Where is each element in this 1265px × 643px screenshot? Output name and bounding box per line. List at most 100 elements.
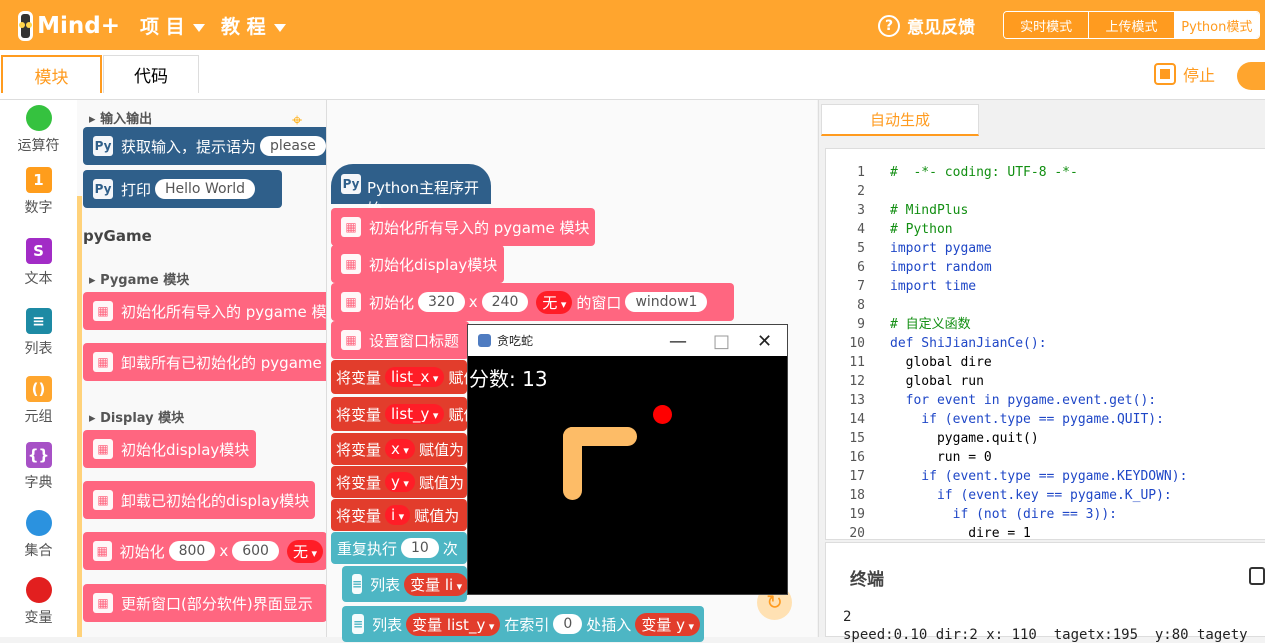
- display-module-label: Display 模块: [100, 411, 185, 426]
- tutorial-menu-label: 教 程: [221, 16, 266, 38]
- assign-value-label: 赋值为: [414, 506, 460, 525]
- maximize-button[interactable]: □: [713, 331, 730, 352]
- pygame-init-block[interactable]: ▦ 初始化所有导入的 pygame 模: [83, 292, 327, 330]
- close-button[interactable]: ✕: [757, 331, 772, 352]
- variable-icon: [25, 577, 52, 603]
- palette-scrollbar[interactable]: [77, 196, 82, 637]
- window-width-input[interactable]: 800: [168, 541, 216, 561]
- workspace-set-title[interactable]: ▦ 设置窗口标题: [331, 321, 469, 359]
- workspace-init-pygame[interactable]: ▦ 初始化所有导入的 pygame 模块: [331, 208, 595, 246]
- feedback-button[interactable]: ? 意见反馈: [878, 13, 975, 38]
- editor-tabs-bar: 模块 代码 停止: [0, 50, 1265, 100]
- game-icon: ▦: [93, 593, 113, 613]
- python-mode-button[interactable]: Python模式: [1174, 12, 1259, 38]
- line-number: 4: [857, 222, 865, 237]
- assign-list-x[interactable]: 将变量list_x赋值: [331, 360, 478, 394]
- code-text: # 自定义函数: [890, 317, 971, 332]
- auto-generated-tab[interactable]: 自动生成: [821, 104, 979, 136]
- repeat-block[interactable]: 重复执行 10 次: [331, 532, 467, 564]
- list-var-dropdown[interactable]: 变量 list_y: [406, 612, 501, 636]
- tab-blocks[interactable]: 模块: [1, 55, 102, 93]
- python-icon: Py: [93, 136, 113, 156]
- insert-label: 处插入: [586, 615, 632, 634]
- code-text: if (event.type == pygame.KEYDOWN):: [890, 469, 1188, 484]
- update-window-block[interactable]: ▦ 更新窗口(部分软件)界面显示: [83, 584, 326, 622]
- init-size-label: 初始化: [119, 542, 165, 561]
- minimize-button[interactable]: —: [669, 331, 687, 352]
- window-size-block[interactable]: ▦ 初始化 800 x 600 无: [83, 532, 326, 570]
- main-program-start-block[interactable]: PyPython主程序开始: [331, 164, 491, 218]
- category-tuple[interactable]: () 元组: [0, 376, 77, 426]
- repeat-suffix: 次: [442, 539, 458, 558]
- list-label: 列表: [372, 615, 403, 634]
- snake-game-window[interactable]: 贪吃蛇 — □ ✕ 分数: 13: [467, 324, 788, 595]
- assign-i[interactable]: 将变量i赋值为: [331, 499, 467, 531]
- pygame-module-label: Pygame 模块: [100, 273, 190, 288]
- line-number: 6: [857, 260, 865, 275]
- window-height-input[interactable]: 600: [232, 541, 279, 561]
- repeat-count-input[interactable]: 10: [401, 538, 439, 558]
- category-operator[interactable]: 运算符: [0, 105, 77, 155]
- code-text: # -*- coding: UTF-8 -*-: [890, 165, 1078, 180]
- project-menu[interactable]: 项 目: [140, 12, 205, 39]
- index-input[interactable]: 0: [553, 614, 583, 634]
- game-titlebar[interactable]: 贪吃蛇 — □ ✕: [468, 325, 787, 356]
- list-insert-block-1[interactable]: ≡ 列表 变量 li: [342, 566, 469, 602]
- category-dict[interactable]: {} 字典: [0, 442, 77, 492]
- stop-button[interactable]: 停止: [1154, 62, 1215, 86]
- block-palette: ▸ 输入输出 ⌖ Py 获取输入，提示语为 please Py 打印 Hello Wor…: [77, 100, 327, 637]
- workspace-init-pygame-label: 初始化所有导入的 pygame 模块: [369, 218, 590, 237]
- category-set[interactable]: 集合: [0, 510, 77, 560]
- code-text: if (not (dire == 3)):: [890, 507, 1117, 522]
- insert-var-dropdown[interactable]: 变量 y: [635, 612, 700, 636]
- input-block[interactable]: Py 获取输入，提示语为 please: [83, 127, 326, 165]
- list-var-dropdown[interactable]: 变量 li: [404, 572, 469, 596]
- var-list-y-dropdown[interactable]: list_y: [385, 404, 445, 424]
- tab-code[interactable]: 代码: [103, 55, 199, 93]
- print-value[interactable]: Hello World: [155, 179, 256, 199]
- line-number: 19: [849, 507, 865, 522]
- section-io-label: 输入输出: [100, 112, 153, 127]
- display-init-block[interactable]: ▦ 初始化display模块: [83, 430, 256, 468]
- line-number: 16: [849, 450, 865, 465]
- tutorial-menu[interactable]: 教 程: [221, 12, 286, 39]
- category-text[interactable]: S 文本: [0, 238, 77, 288]
- input-placeholder[interactable]: please: [260, 136, 326, 156]
- workspace-height[interactable]: 240: [481, 292, 529, 312]
- assign-y[interactable]: 将变量y赋值为: [331, 466, 467, 498]
- mindplus-logo[interactable]: Mind+: [18, 8, 120, 44]
- workspace-width[interactable]: 320: [418, 292, 465, 312]
- window-mode-dropdown[interactable]: 无: [286, 539, 323, 563]
- workspace-window-mode[interactable]: 无: [536, 290, 573, 314]
- chevron-down-icon: [273, 23, 286, 32]
- assign-list-y[interactable]: 将变量list_y赋值: [331, 397, 478, 431]
- var-list-x-dropdown[interactable]: list_x: [385, 367, 445, 387]
- category-label: 文本: [24, 271, 53, 287]
- terminal-panel: 终端 2 speed:0.10 dir:2 x: 110 tagetx:195 …: [825, 542, 1265, 643]
- display-unload-block[interactable]: ▦ 卸载已初始化的display模块: [83, 481, 315, 519]
- assign-x[interactable]: 将变量x赋值为: [331, 433, 467, 465]
- category-number[interactable]: 1 数字: [0, 167, 77, 217]
- realtime-mode-button[interactable]: 实时模式: [1004, 12, 1090, 38]
- print-block[interactable]: Py 打印 Hello World: [83, 170, 282, 208]
- workspace-init-display[interactable]: ▦ 初始化display模块: [331, 245, 504, 283]
- pygame-init-label: 初始化所有导入的 pygame 模: [121, 302, 327, 321]
- var-y-dropdown[interactable]: y: [385, 472, 415, 492]
- pygame-module-title: ▸ Pygame 模块: [89, 273, 190, 288]
- code-text: if (event.key == pygame.K_UP):: [890, 488, 1172, 503]
- index-label: 在索引: [504, 615, 550, 634]
- line-number: 9: [857, 317, 865, 332]
- pygame-unload-block[interactable]: ▦ 卸载所有已初始化的 pygame: [83, 343, 326, 381]
- workspace-window-size[interactable]: ▦初始化320x240无的窗口window1: [331, 283, 734, 321]
- workspace-window-name[interactable]: window1: [625, 292, 708, 312]
- game-icon: ▦: [341, 254, 361, 274]
- category-list[interactable]: ≡ 列表: [0, 308, 77, 358]
- run-button-partial[interactable]: [1237, 62, 1265, 90]
- var-i-dropdown[interactable]: i: [385, 505, 411, 525]
- line-number: 11: [849, 355, 865, 370]
- terminal-icon[interactable]: [1249, 567, 1265, 585]
- var-x-dropdown[interactable]: x: [385, 439, 415, 459]
- generated-code-editor[interactable]: 1 # -*- coding: UTF-8 -*- 2 3 # MindPlus 4…: [825, 148, 1265, 540]
- upload-mode-button[interactable]: 上传模式: [1089, 12, 1175, 38]
- category-variable[interactable]: 变量: [0, 577, 77, 627]
